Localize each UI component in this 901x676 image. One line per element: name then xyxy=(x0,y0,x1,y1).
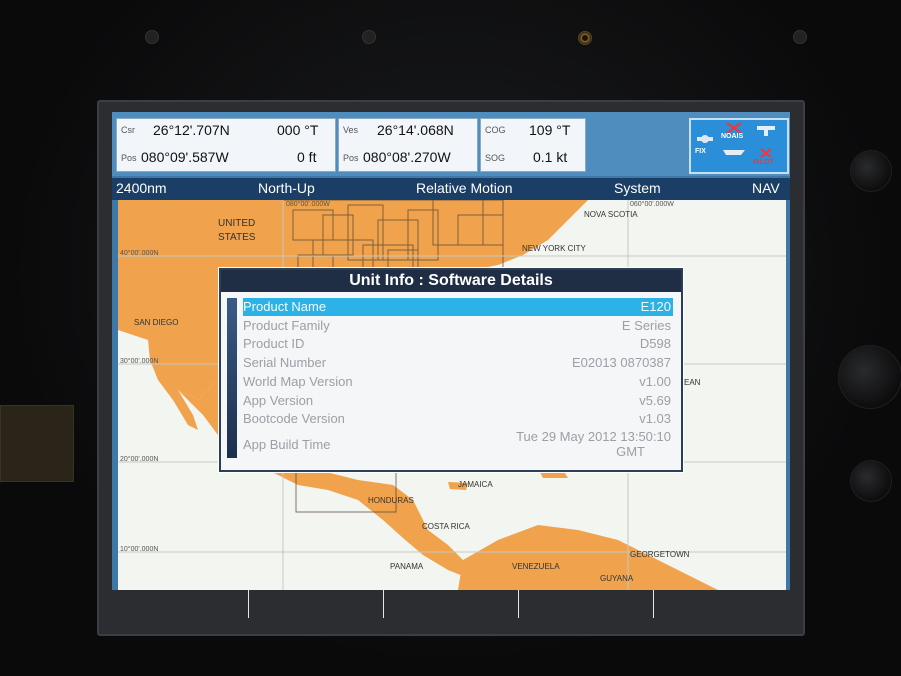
ves-longitude: 080°08'.270W xyxy=(363,149,451,165)
ves-latitude: 26°14'.068N xyxy=(377,122,454,138)
vessel-icon xyxy=(723,150,745,155)
cursor-data-cell[interactable]: Csr 26°12'.707N 000 °T Pos 080°09'.587W … xyxy=(116,118,336,172)
pilot-status: PILOT xyxy=(753,159,774,166)
lat-label-10: 10°00'.000N xyxy=(120,546,159,553)
orientation-mode[interactable]: North-Up xyxy=(258,180,315,196)
info-value: v5.69 xyxy=(639,393,671,408)
vessel-data-cell[interactable]: Ves 26°14'.068N Pos 080°08'.270W xyxy=(338,118,478,172)
csr-bearing: 000 °T xyxy=(277,122,319,138)
lat-label-40: 40°00'.000N xyxy=(120,250,159,257)
map-label-states: STATES xyxy=(218,232,256,243)
side-button[interactable] xyxy=(850,150,892,192)
chart-header: 2400nm North-Up Relative Motion System N… xyxy=(112,178,790,200)
ves-label: Ves xyxy=(343,125,359,135)
info-row-bootcode-version[interactable]: Bootcode Version v1.03 xyxy=(243,410,673,428)
display-screen: Csr 26°12'.707N 000 °T Pos 080°09'.587W … xyxy=(112,112,790,618)
csr-label: Csr xyxy=(121,125,135,135)
gps-fix-icon xyxy=(697,135,713,143)
cog-sog-cell[interactable]: COG 109 °T SOG 0.1 kt xyxy=(480,118,586,172)
info-label: App Build Time xyxy=(243,437,331,452)
lat-label-20: 20°00'.000N xyxy=(120,456,159,463)
map-label-venezuela: VENEZUELA xyxy=(512,562,560,571)
sog-value: 0.1 kt xyxy=(533,149,568,165)
softkey-2[interactable] xyxy=(248,590,383,618)
csr-latitude: 26°12'.707N xyxy=(153,122,230,138)
data-bar: Csr 26°12'.707N 000 °T Pos 080°09'.587W … xyxy=(112,112,790,176)
info-value-timezone: GMT xyxy=(616,444,645,459)
light-sensor-icon xyxy=(578,31,592,45)
rotary-knob[interactable] xyxy=(838,345,901,409)
screw xyxy=(362,30,376,44)
screw xyxy=(793,30,807,44)
sog-label: SOG xyxy=(485,153,506,163)
info-value: v1.03 xyxy=(639,411,671,426)
info-row-world-map-version[interactable]: World Map Version v1.00 xyxy=(243,373,673,391)
map-label-costa-rica: COSTA RICA xyxy=(422,522,470,531)
side-button[interactable] xyxy=(850,460,892,502)
map-label-guyana: GUYANA xyxy=(600,574,634,583)
map-label-nova-scotia: NOVA SCOTIA xyxy=(584,210,638,219)
cog-value: 109 °T xyxy=(529,122,571,138)
autopilot-off-icon xyxy=(760,148,772,158)
info-label: World Map Version xyxy=(243,374,353,389)
softkey-5[interactable] xyxy=(653,590,790,618)
screw xyxy=(145,30,159,44)
pos-label: Pos xyxy=(121,153,137,163)
lon-label-80: 080°00'.000W xyxy=(286,201,330,208)
info-row-product-name[interactable]: Product Name E120 xyxy=(243,298,673,316)
info-value: Tue 29 May 2012 13:50:10 xyxy=(516,429,671,444)
lon-label-60: 060°00'.000W xyxy=(630,201,674,208)
info-row-product-family[interactable]: Product Family E Series xyxy=(243,317,673,335)
system-menu[interactable]: System xyxy=(614,180,661,196)
info-value: E Series xyxy=(621,318,671,333)
softkey-bar xyxy=(112,590,790,618)
softkey-1[interactable] xyxy=(112,590,246,618)
map-label-georgetown: GEORGETOWN xyxy=(630,550,690,559)
info-row-app-build-time[interactable]: App Build Time Tue 29 May 2012 13:50:10 … xyxy=(243,429,673,463)
info-value: E120 xyxy=(640,299,671,314)
info-label: Product ID xyxy=(243,336,305,351)
info-row-app-version[interactable]: App Version v5.69 xyxy=(243,392,673,410)
map-label-san-diego: SAN DIEGO xyxy=(134,318,179,327)
softkey-3[interactable] xyxy=(383,590,518,618)
dialog-title: Unit Info : Software Details xyxy=(221,270,681,292)
info-label: Bootcode Version xyxy=(243,411,345,426)
info-value: E02013 0870387 xyxy=(571,355,671,370)
map-label-new-york: NEW YORK CITY xyxy=(522,244,586,253)
fix-status: FIX xyxy=(695,148,706,155)
info-value: v1.00 xyxy=(639,374,671,389)
softkey-4[interactable] xyxy=(518,590,653,618)
info-label: App Version xyxy=(243,393,314,408)
pos-label: Pos xyxy=(343,153,359,163)
status-icons-box[interactable]: FIX NOAIS PILOT xyxy=(689,118,789,174)
info-row-product-id[interactable]: Product ID D598 xyxy=(243,335,673,353)
motion-mode[interactable]: Relative Motion xyxy=(416,180,513,196)
info-value: D598 xyxy=(639,336,671,351)
map-label-ocean-fragment: EAN xyxy=(684,378,701,387)
map-label-united: UNITED xyxy=(218,218,256,229)
info-row-serial-number[interactable]: Serial Number E02013 0870387 xyxy=(243,354,673,372)
csr-range: 0 ft xyxy=(297,149,317,165)
nav-mode[interactable]: NAV xyxy=(752,180,780,196)
info-label: Product Family xyxy=(243,318,330,333)
map-label-jamaica: JAMAICA xyxy=(458,480,493,489)
unit-info-dialog: Unit Info : Software Details Product Nam… xyxy=(219,268,683,472)
map-label-honduras: HONDURAS xyxy=(368,496,414,505)
chart-range[interactable]: 2400nm xyxy=(116,180,167,196)
cog-label: COG xyxy=(485,125,506,135)
noais-status: NOAIS xyxy=(721,133,744,140)
radar-icon xyxy=(757,126,775,136)
info-label: Product Name xyxy=(243,299,327,314)
lat-label-30: 30°00'.000N xyxy=(120,358,159,365)
warning-label xyxy=(0,405,74,482)
dialog-scrollbar[interactable] xyxy=(227,298,237,458)
map-label-panama: PANAMA xyxy=(390,562,424,571)
info-label: Serial Number xyxy=(243,355,327,370)
csr-longitude: 080°09'.587W xyxy=(141,149,229,165)
